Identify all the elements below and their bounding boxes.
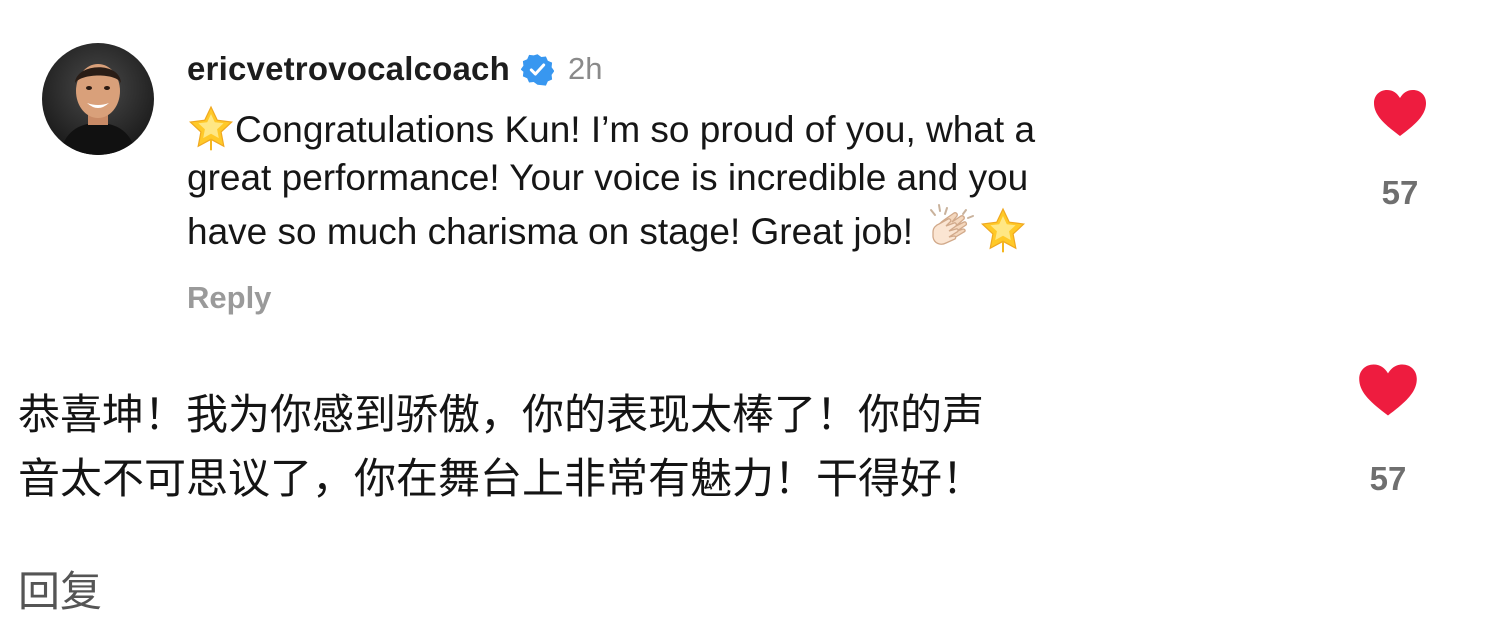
translated-line-1: 恭喜坤！我为你感到骄傲，你的表现太棒了！你的声	[18, 390, 985, 439]
like-control: 57	[1348, 362, 1428, 498]
clapping-hands-emoji-icon	[923, 202, 979, 254]
star-emoji-icon	[979, 206, 1027, 254]
like-count: 57	[1381, 174, 1419, 211]
reply-button[interactable]: 回复	[18, 567, 102, 617]
username[interactable]: ericvetrovocalcoach	[187, 50, 510, 88]
comment-header: ericvetrovocalcoach 2h	[187, 48, 602, 90]
heart-icon[interactable]	[1372, 88, 1428, 142]
comment-line-3-text: have so much charisma on stage! Great jo…	[187, 211, 913, 252]
star-emoji-icon	[187, 104, 235, 152]
verified-badge-icon	[520, 53, 554, 86]
comment-line-1: Congratulations Kun! I’m so proud of you…	[187, 104, 1277, 153]
comment-body: Congratulations Kun! I’m so proud of you…	[187, 104, 1277, 254]
like-count: 57	[1369, 460, 1407, 497]
translated-line-2: 音太不可思议了，你在舞台上非常有魅力！干得好！	[18, 454, 985, 503]
heart-icon[interactable]	[1357, 362, 1419, 422]
avatar-image	[42, 43, 154, 155]
like-control: 57	[1360, 88, 1440, 212]
comment-line-1-text: Congratulations Kun! I’m so proud of you…	[235, 109, 1036, 150]
avatar[interactable]	[42, 43, 154, 155]
comment-line-2: great performance! Your voice is incredi…	[187, 157, 1029, 198]
timestamp: 2h	[567, 51, 603, 86]
reply-button[interactable]: Reply	[187, 280, 271, 316]
translated-comment: 恭喜坤！我为你感到骄傲，你的表现太棒了！你的声 音太不可思议了，你在舞台上非常有…	[18, 383, 984, 511]
comment-line-3: have so much charisma on stage! Great jo…	[187, 202, 1277, 254]
